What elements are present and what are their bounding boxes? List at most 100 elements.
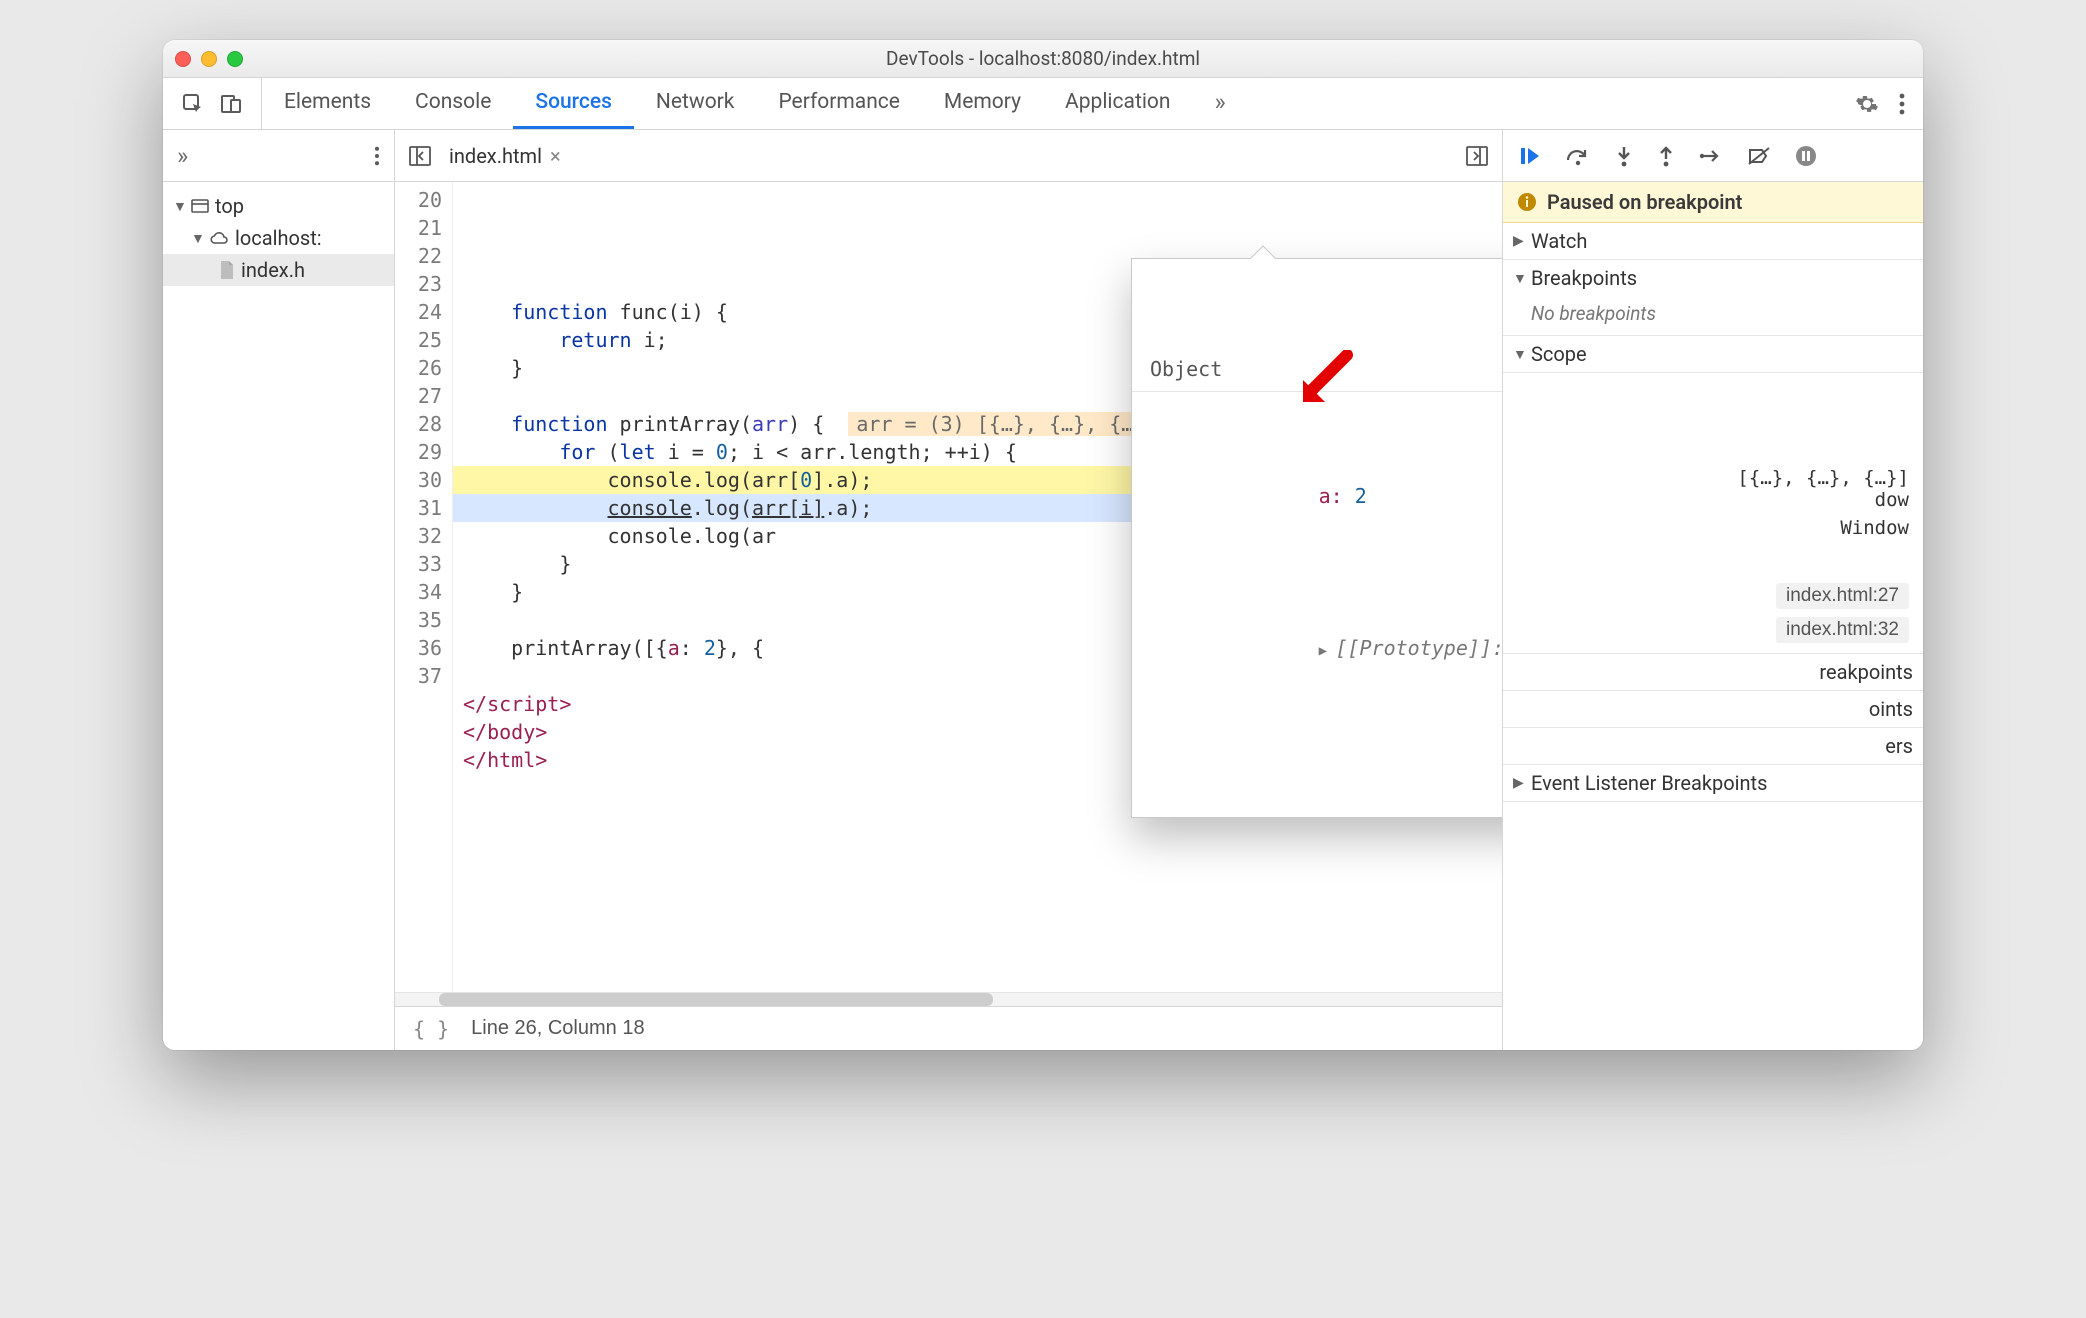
debugger-toolbar — [1503, 130, 1923, 182]
step-into-icon[interactable] — [1615, 145, 1633, 167]
line-number[interactable]: 24 — [395, 298, 442, 326]
tree-file-label: index.h — [241, 258, 305, 282]
line-number[interactable]: 25 — [395, 326, 442, 354]
line-number[interactable]: 21 — [395, 214, 442, 242]
topbar: Elements Console Sources Network Perform… — [163, 78, 1923, 130]
watch-section[interactable]: ▶ Watch — [1503, 223, 1923, 260]
kebab-menu-icon[interactable] — [1899, 93, 1905, 115]
resume-icon[interactable] — [1519, 145, 1541, 167]
code-content[interactable]: Object a: 2 ▶ [[Prototype]]: Object func… — [453, 182, 1502, 992]
cursor-position: Line 26, Column 18 — [471, 1017, 644, 1040]
tab-application[interactable]: Application — [1043, 78, 1192, 129]
chevron-down-icon: ▼ — [191, 230, 203, 247]
tab-network[interactable]: Network — [634, 78, 757, 129]
dom-breakpoints-title: reakpoints — [1819, 660, 1913, 684]
line-number[interactable]: 20 — [395, 186, 442, 214]
global-listeners-section[interactable]: ers — [1503, 728, 1923, 765]
popup-type-label: Object — [1132, 353, 1502, 392]
scope-section[interactable]: ▼ Scope — [1503, 336, 1923, 373]
step-icon[interactable] — [1699, 147, 1723, 165]
pause-on-exceptions-icon[interactable] — [1795, 145, 1817, 167]
global-listeners-title: ers — [1885, 734, 1913, 758]
popup-property-row[interactable]: a: 2 — [1132, 448, 1502, 544]
debugger-pane: Paused on breakpoint ▶ Watch ▼ Breakpoin… — [1503, 130, 1923, 1050]
editor-file-tab[interactable]: index.html × — [449, 144, 561, 168]
editor-filename: index.html — [449, 144, 542, 168]
tree-frame-top[interactable]: ▼ top — [163, 190, 394, 222]
cloud-icon — [209, 231, 229, 245]
panel-tabstrip: Elements Console Sources Network Perform… — [262, 78, 1837, 129]
tab-performance[interactable]: Performance — [756, 78, 921, 129]
xhr-breakpoints-section[interactable]: oints — [1503, 691, 1923, 728]
line-number[interactable]: 32 — [395, 522, 442, 550]
tab-memory[interactable]: Memory — [922, 78, 1043, 129]
tab-sources[interactable]: Sources — [513, 78, 634, 129]
line-number[interactable]: 26 — [395, 354, 442, 382]
scope-line: dow — [1517, 489, 1909, 511]
popup-prototype-row[interactable]: ▶ [[Prototype]]: Object — [1132, 600, 1502, 699]
popup-prototype-label: [[Prototype]] — [1335, 636, 1492, 660]
tab-console[interactable]: Console — [393, 78, 513, 129]
close-window-button[interactable] — [175, 51, 191, 67]
close-tab-icon[interactable]: × — [550, 144, 561, 168]
line-number[interactable]: 35 — [395, 606, 442, 634]
inspect-element-icon[interactable] — [181, 92, 205, 116]
line-number[interactable]: 22 — [395, 242, 442, 270]
navigator-pane: » ▼ top ▼ localhost: — [163, 130, 395, 1050]
tree-frame-label: top — [215, 194, 244, 218]
toggle-device-toolbar-icon[interactable] — [219, 92, 243, 116]
tree-file-index-html[interactable]: index.h — [163, 254, 394, 286]
topbar-right-icons — [1837, 78, 1923, 129]
navigator-toolbar: » — [163, 130, 394, 182]
callstack-row[interactable]: index.html:27 — [1503, 579, 1923, 613]
frame-icon — [191, 198, 209, 214]
line-number[interactable]: 27 — [395, 382, 442, 410]
chevron-down-icon: ▼ — [1513, 346, 1525, 363]
line-number[interactable]: 36 — [395, 634, 442, 662]
line-number[interactable]: 29 — [395, 438, 442, 466]
line-number[interactable]: 34 — [395, 578, 442, 606]
topbar-left-icons — [163, 78, 262, 129]
tree-origin[interactable]: ▼ localhost: — [163, 222, 394, 254]
deactivate-breakpoints-icon[interactable] — [1747, 146, 1771, 166]
toggle-navigator-icon[interactable] — [409, 146, 431, 166]
navigator-overflow-button[interactable]: » — [177, 144, 188, 168]
line-number[interactable]: 30 — [395, 466, 442, 494]
xhr-breakpoints-title: oints — [1869, 697, 1913, 721]
code-editor[interactable]: 202122232425262728293031323334353637 Obj… — [395, 182, 1502, 992]
navigator-menu-icon[interactable] — [374, 146, 380, 166]
popup-property-value: 2 — [1355, 484, 1367, 508]
chevron-right-icon: ▶ — [1319, 643, 1336, 659]
chevron-down-icon: ▼ — [173, 198, 185, 215]
tab-elements[interactable]: Elements — [262, 78, 393, 129]
dom-breakpoints-section[interactable]: reakpoints — [1503, 653, 1923, 691]
line-number[interactable]: 31 — [395, 494, 442, 522]
line-number[interactable]: 33 — [395, 550, 442, 578]
window-title: DevTools - localhost:8080/index.html — [163, 47, 1923, 70]
event-listener-breakpoints-title: Event Listener Breakpoints — [1531, 771, 1767, 795]
file-tree: ▼ top ▼ localhost: — [163, 182, 394, 1050]
tabs-overflow-button[interactable]: » — [1193, 78, 1248, 129]
event-listener-breakpoints-section[interactable]: ▶ Event Listener Breakpoints — [1503, 765, 1923, 802]
callstack-row[interactable]: index.html:32 — [1503, 613, 1923, 647]
line-number[interactable]: 23 — [395, 270, 442, 298]
zoom-window-button[interactable] — [227, 51, 243, 67]
file-icon — [219, 261, 235, 279]
pretty-print-icon[interactable]: { } — [413, 1017, 449, 1041]
line-number[interactable]: 28 — [395, 410, 442, 438]
breakpoints-title: Breakpoints — [1531, 266, 1637, 290]
settings-gear-icon[interactable] — [1855, 92, 1879, 116]
step-over-icon[interactable] — [1565, 146, 1591, 166]
toggle-debugger-icon[interactable] — [1466, 146, 1488, 166]
line-number[interactable]: 37 — [395, 662, 442, 690]
editor-horizontal-scrollbar[interactable] — [395, 992, 1502, 1006]
paused-banner-text: Paused on breakpoint — [1547, 190, 1742, 214]
paused-banner: Paused on breakpoint — [1503, 182, 1923, 223]
tree-origin-label: localhost: — [235, 226, 322, 250]
breakpoints-section[interactable]: ▼ Breakpoints No breakpoints — [1503, 260, 1923, 336]
step-out-icon[interactable] — [1657, 145, 1675, 167]
minimize-window-button[interactable] — [201, 51, 217, 67]
breakpoints-empty-text: No breakpoints — [1503, 296, 1923, 335]
scope-title: Scope — [1531, 342, 1587, 366]
popup-property-key: a — [1319, 484, 1331, 508]
